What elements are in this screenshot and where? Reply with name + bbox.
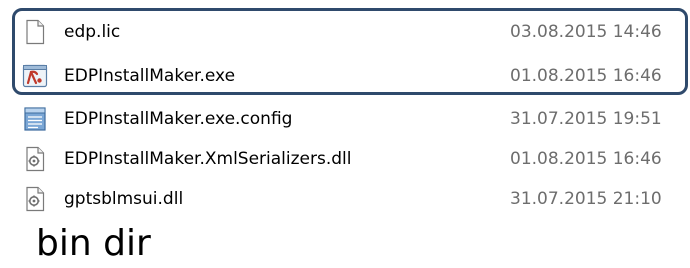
file-row-edp-lic[interactable]: edp.lic 03.08.2015 14:46 <box>0 14 690 50</box>
file-row-edpinstallmaker-exe[interactable]: EDPInstallMaker.exe 01.08.2015 16:46 <box>0 58 690 94</box>
dll-file-icon <box>22 186 48 212</box>
caption-label: bin dir <box>36 223 151 264</box>
config-file-icon <box>22 106 48 132</box>
file-name: gptsblmsui.dll <box>64 189 184 209</box>
dll-file-icon <box>22 146 48 172</box>
file-date: 03.08.2015 14:46 <box>510 22 662 42</box>
exe-app-icon <box>22 63 48 89</box>
file-row-xmlserializers-dll[interactable]: EDPInstallMaker.XmlSerializers.dll 01.08… <box>0 141 690 177</box>
file-date: 01.08.2015 16:46 <box>510 66 662 86</box>
file-name: EDPInstallMaker.exe <box>64 66 236 86</box>
file-name: edp.lic <box>64 22 121 42</box>
file-row-gptsblmsui-dll[interactable]: gptsblmsui.dll 31.07.2015 21:10 <box>0 181 690 217</box>
file-date: 01.08.2015 16:46 <box>510 149 662 169</box>
file-name: EDPInstallMaker.XmlSerializers.dll <box>64 149 352 169</box>
file-date: 31.07.2015 21:10 <box>510 189 662 209</box>
explorer-screenshot: edp.lic 03.08.2015 14:46 EDPInstallMaker… <box>0 0 690 268</box>
file-date: 31.07.2015 19:51 <box>510 109 662 129</box>
blank-file-icon <box>22 19 48 45</box>
file-row-edpinstallmaker-exe-config[interactable]: EDPInstallMaker.exe.config 31.07.2015 19… <box>0 101 690 137</box>
file-name: EDPInstallMaker.exe.config <box>64 109 293 129</box>
